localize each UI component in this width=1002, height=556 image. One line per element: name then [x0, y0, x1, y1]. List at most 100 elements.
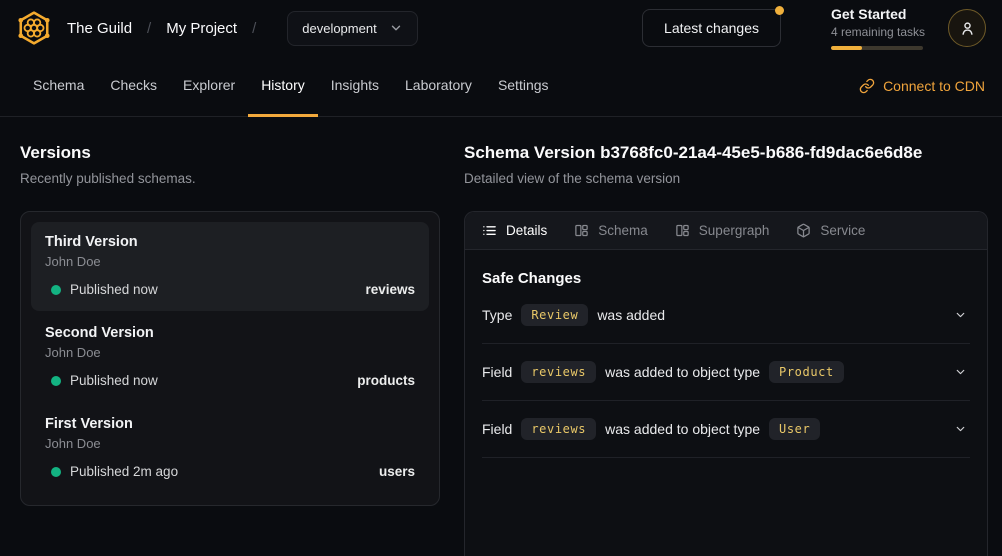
nav-tab[interactable]: Explorer: [170, 56, 248, 117]
version-card[interactable]: Second Version John Doe Published now pr…: [31, 313, 429, 402]
version-card[interactable]: Third Version John Doe Published now rev…: [31, 222, 429, 311]
nav-tab-label: Settings: [498, 77, 549, 93]
version-service-name: users: [379, 464, 415, 479]
version-author: John Doe: [45, 436, 415, 451]
guild-hive-logo-icon[interactable]: [16, 10, 52, 46]
version-service-name: reviews: [365, 282, 415, 297]
user-avatar[interactable]: [948, 9, 986, 47]
version-published-label: Published now: [70, 282, 158, 297]
change-code-badge: User: [769, 418, 820, 440]
schema-version-panel: Details Schema Supergraph: [464, 211, 988, 556]
detail-tab[interactable]: Details: [482, 223, 547, 238]
target-select[interactable]: development: [287, 11, 417, 46]
detail-tab-label: Details: [506, 223, 547, 238]
nav-tab[interactable]: Insights: [318, 56, 392, 117]
detail-tab[interactable]: Schema: [574, 223, 648, 238]
get-started-title: Get Started: [831, 6, 923, 22]
schema-version-title: Schema Version b3768fc0-21a4-45e5-b686-f…: [464, 143, 988, 163]
version-status-row: Published now reviews: [45, 282, 415, 297]
versions-column: Versions Recently published schemas. Thi…: [20, 143, 440, 556]
link-icon: [859, 78, 875, 94]
version-author: John Doe: [45, 345, 415, 360]
nav-tab-label: Checks: [110, 77, 157, 93]
version-author: John Doe: [45, 254, 415, 269]
change-row[interactable]: Field reviews was added to object type User: [482, 401, 970, 458]
changes-list: Type Review was added Field reviews was adde…: [482, 287, 970, 458]
version-title: Second Version: [45, 325, 415, 341]
chevron-down-icon[interactable]: [954, 364, 970, 380]
get-started-subtitle: 4 remaining tasks: [831, 25, 923, 39]
main-content: Versions Recently published schemas. Thi…: [0, 117, 1002, 556]
detail-tabs: Details Schema Supergraph: [465, 212, 987, 250]
versions-list: Third Version John Doe Published now rev…: [20, 211, 440, 506]
detail-tab-label: Supergraph: [699, 223, 770, 238]
change-text: was added: [597, 307, 665, 323]
nav-tab[interactable]: Laboratory: [392, 56, 485, 117]
chevron-down-icon[interactable]: [954, 307, 970, 323]
get-started-widget[interactable]: Get Started 4 remaining tasks: [831, 6, 923, 50]
chevron-down-icon[interactable]: [954, 421, 970, 437]
project-nav: Schema Checks Explorer History Insights Labor…: [0, 56, 1002, 117]
breadcrumb-org[interactable]: The Guild: [67, 20, 132, 37]
get-started-progress-bar: [831, 46, 923, 50]
safe-changes-title: Safe Changes: [482, 270, 970, 287]
nav-tab-label: History: [261, 77, 305, 93]
published-status-dot-icon: [51, 285, 61, 295]
published-status-dot-icon: [51, 467, 61, 477]
version-title: Third Version: [45, 234, 415, 250]
breadcrumb-separator: /: [252, 20, 256, 37]
user-icon: [959, 20, 976, 37]
connect-to-cdn-label: Connect to CDN: [883, 78, 985, 94]
nav-tab[interactable]: Schema: [20, 56, 97, 117]
nav-tab-label: Laboratory: [405, 77, 472, 93]
version-status-row: Published now products: [45, 373, 415, 388]
connect-to-cdn-link[interactable]: Connect to CDN: [859, 56, 985, 116]
change-row[interactable]: Type Review was added: [482, 287, 970, 344]
get-started-progress-fill: [831, 46, 862, 50]
nav-tab[interactable]: History: [248, 56, 318, 117]
breadcrumb-project[interactable]: My Project: [166, 20, 237, 37]
detail-tab[interactable]: Supergraph: [675, 223, 770, 238]
nav-tab[interactable]: Settings: [485, 56, 562, 117]
version-title: First Version: [45, 416, 415, 432]
change-text: Field: [482, 364, 512, 380]
nav-tab-label: Explorer: [183, 77, 235, 93]
version-published-label: Published 2m ago: [70, 464, 178, 479]
change-code-badge: reviews: [521, 361, 596, 383]
detail-tab-label: Service: [820, 223, 865, 238]
version-published-label: Published now: [70, 373, 158, 388]
panels-icon: [574, 223, 589, 238]
breadcrumb-separator: /: [147, 20, 151, 37]
detail-body: Safe Changes TypeReviewwas added Fieldre…: [465, 270, 987, 458]
version-card[interactable]: First Version John Doe Published 2m ago …: [31, 404, 429, 493]
latest-changes-button[interactable]: Latest changes: [642, 9, 781, 47]
version-service-name: products: [357, 373, 415, 388]
schema-version-column: Schema Version b3768fc0-21a4-45e5-b686-f…: [464, 143, 988, 556]
detail-tab-label: Schema: [598, 223, 648, 238]
change-text: was added to object type: [605, 421, 760, 437]
versions-title: Versions: [20, 143, 440, 163]
target-select-value: development: [302, 21, 376, 36]
change-text: was added to object type: [605, 364, 760, 380]
latest-changes-label: Latest changes: [664, 20, 759, 36]
list-icon: [482, 223, 497, 238]
notification-dot: [775, 6, 784, 15]
box-icon: [796, 223, 811, 238]
top-header: The Guild / My Project / development Lat…: [0, 0, 1002, 56]
change-row[interactable]: Field reviews was added to object type Prod…: [482, 344, 970, 401]
published-status-dot-icon: [51, 376, 61, 386]
change-text: Type: [482, 307, 512, 323]
nav-tabs-group: Schema Checks Explorer History Insights Labor…: [20, 56, 562, 116]
change-text: Field: [482, 421, 512, 437]
change-code-badge: Review: [521, 304, 588, 326]
schema-version-subtitle: Detailed view of the schema version: [464, 171, 988, 186]
change-code-badge: reviews: [521, 418, 596, 440]
change-code-badge: Product: [769, 361, 844, 383]
versions-subtitle: Recently published schemas.: [20, 171, 440, 186]
nav-tab-label: Insights: [331, 77, 379, 93]
version-status-row: Published 2m ago users: [45, 464, 415, 479]
detail-tab[interactable]: Service: [796, 223, 865, 238]
panels-icon: [675, 223, 690, 238]
nav-tab[interactable]: Checks: [97, 56, 170, 117]
chevron-down-icon: [389, 21, 403, 35]
